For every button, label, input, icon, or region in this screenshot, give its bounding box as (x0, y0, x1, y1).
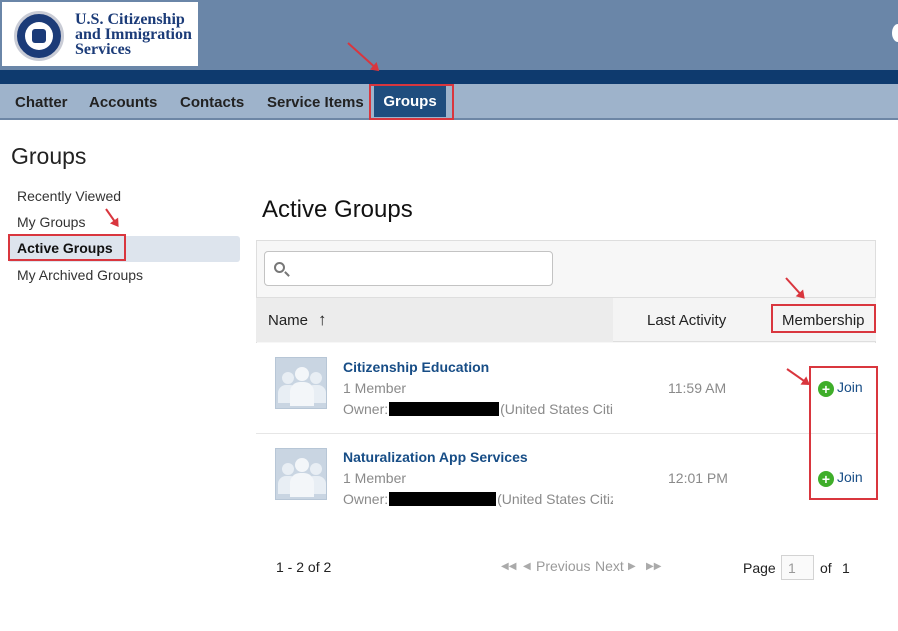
group-link-naturalization-app-services[interactable]: Naturalization App Services (343, 449, 528, 465)
last-activity-time: 12:01 PM (668, 470, 728, 486)
first-page-icon[interactable]: ◀◀ (501, 561, 516, 572)
search-icon (274, 262, 285, 273)
column-header-last-activity[interactable]: Last Activity (647, 312, 726, 329)
group-link-citizenship-education[interactable]: Citizenship Education (343, 359, 489, 375)
group-avatar-icon (275, 357, 327, 409)
last-page-icon[interactable]: ▶▶ (646, 561, 661, 572)
result-range: 1 - 2 of 2 (276, 559, 332, 575)
next-arrow-icon[interactable]: ▶ (628, 561, 636, 572)
total-pages: 1 (842, 560, 850, 576)
dhs-seal-icon (14, 11, 64, 61)
table-row: Naturalization App Services 1 Member Own… (256, 434, 876, 524)
annotation-box-groups-tab (369, 84, 454, 120)
annotation-arrow-icon (105, 208, 119, 226)
group-avatar-icon (275, 448, 327, 500)
redacted-owner-name (389, 402, 500, 416)
group-owner: Owner: (United States Citiz (343, 401, 613, 417)
agency-logo[interactable]: U.S. Citizenship and Immigration Service… (2, 2, 198, 66)
tab-chatter[interactable]: Chatter (15, 94, 68, 111)
table-row: Citizenship Education 1 Member Owner: (Un… (256, 343, 876, 433)
of-label: of (820, 560, 832, 576)
redacted-owner-name (389, 492, 497, 506)
tab-contacts[interactable]: Contacts (180, 94, 244, 111)
page-number-input[interactable]: 1 (781, 555, 814, 580)
header-edge-icon (892, 24, 898, 42)
member-count: 1 Member (343, 380, 407, 396)
previous-page-button[interactable]: Previous (536, 558, 590, 574)
sidebar-item-my-groups[interactable]: My Groups (17, 214, 85, 230)
annotation-box-join-buttons (809, 366, 878, 500)
sidebar-item-recently-viewed[interactable]: Recently Viewed (17, 188, 121, 204)
page-title: Groups (11, 143, 87, 169)
sidebar-item-my-archived-groups[interactable]: My Archived Groups (17, 267, 143, 283)
page: U.S. Citizenship and Immigration Service… (0, 0, 898, 631)
annotation-box-membership (771, 304, 876, 333)
header-stripe (0, 70, 898, 84)
agency-name: U.S. Citizenship and Immigration Service… (75, 11, 192, 58)
annotation-box-active-groups (8, 234, 126, 261)
tab-service-items[interactable]: Service Items (267, 94, 364, 111)
main-title: Active Groups (262, 196, 413, 223)
sort-arrow-up-icon[interactable]: ↑ (318, 310, 327, 330)
next-page-button[interactable]: Next (595, 558, 624, 574)
page-label: Page (743, 560, 776, 576)
tab-accounts[interactable]: Accounts (89, 94, 157, 111)
name-column-sorted-bg (256, 298, 613, 342)
group-owner: Owner: (United States Citiz (343, 491, 613, 507)
previous-arrow-icon[interactable]: ◀ (523, 561, 531, 572)
member-count: 1 Member (343, 470, 407, 486)
last-activity-time: 11:59 AM (668, 380, 727, 396)
column-header-name[interactable]: Name (268, 312, 308, 329)
search-input[interactable] (264, 251, 553, 286)
